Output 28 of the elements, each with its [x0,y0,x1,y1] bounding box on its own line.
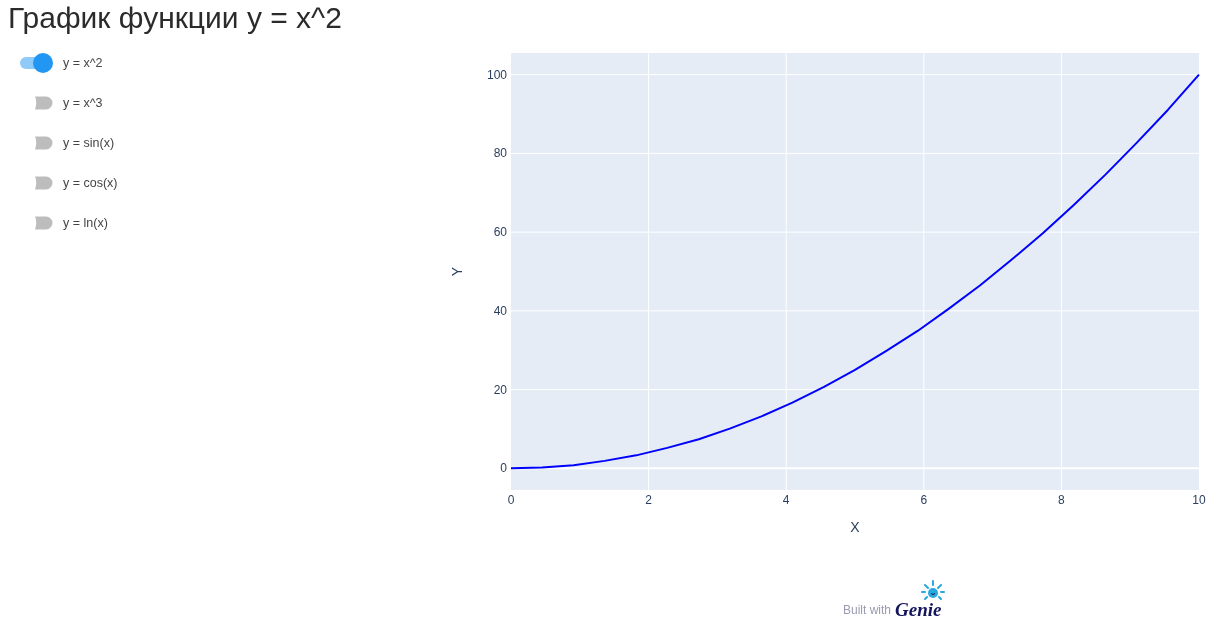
toggle-switch[interactable] [35,136,53,150]
toggle-label[interactable]: y = ln(x) [63,213,108,233]
axis-tick-label: 100 [486,67,507,82]
axis-tick-label: 0 [500,461,507,476]
axis-title: X [850,519,860,535]
toggle-label[interactable]: y = x^3 [63,93,103,113]
axis-tick-label: 20 [493,382,507,397]
axis-tick-label: 60 [493,225,507,240]
toggle-switch[interactable] [35,96,53,110]
toggle-label[interactable]: y = sin(x) [63,133,115,153]
axis-tick-label: 2 [645,493,652,507]
axis-title: Y [449,266,465,277]
brand-logo: Genie [895,600,942,619]
toggle-label[interactable]: y = x^2 [63,53,103,73]
axis-tick-label: 6 [920,493,928,507]
axis-tick-label: 10 [1192,493,1206,507]
lightbulb-icon [921,580,946,600]
axis-tick-label: 4 [782,493,790,507]
toggle-switch[interactable] [35,176,53,190]
axis-tick-label: 0 [507,493,515,507]
axis-tick-label: 8 [1058,493,1065,507]
page-title: График функции y = x^2 [7,0,343,36]
footer-text: Built with [843,604,892,619]
toggle-label[interactable]: y = cos(x) [63,173,118,193]
toggle-switch[interactable] [18,52,54,74]
axis-tick-label: 40 [493,303,507,318]
toggle-switch[interactable] [35,216,53,230]
axis-tick-label: 80 [493,146,507,161]
